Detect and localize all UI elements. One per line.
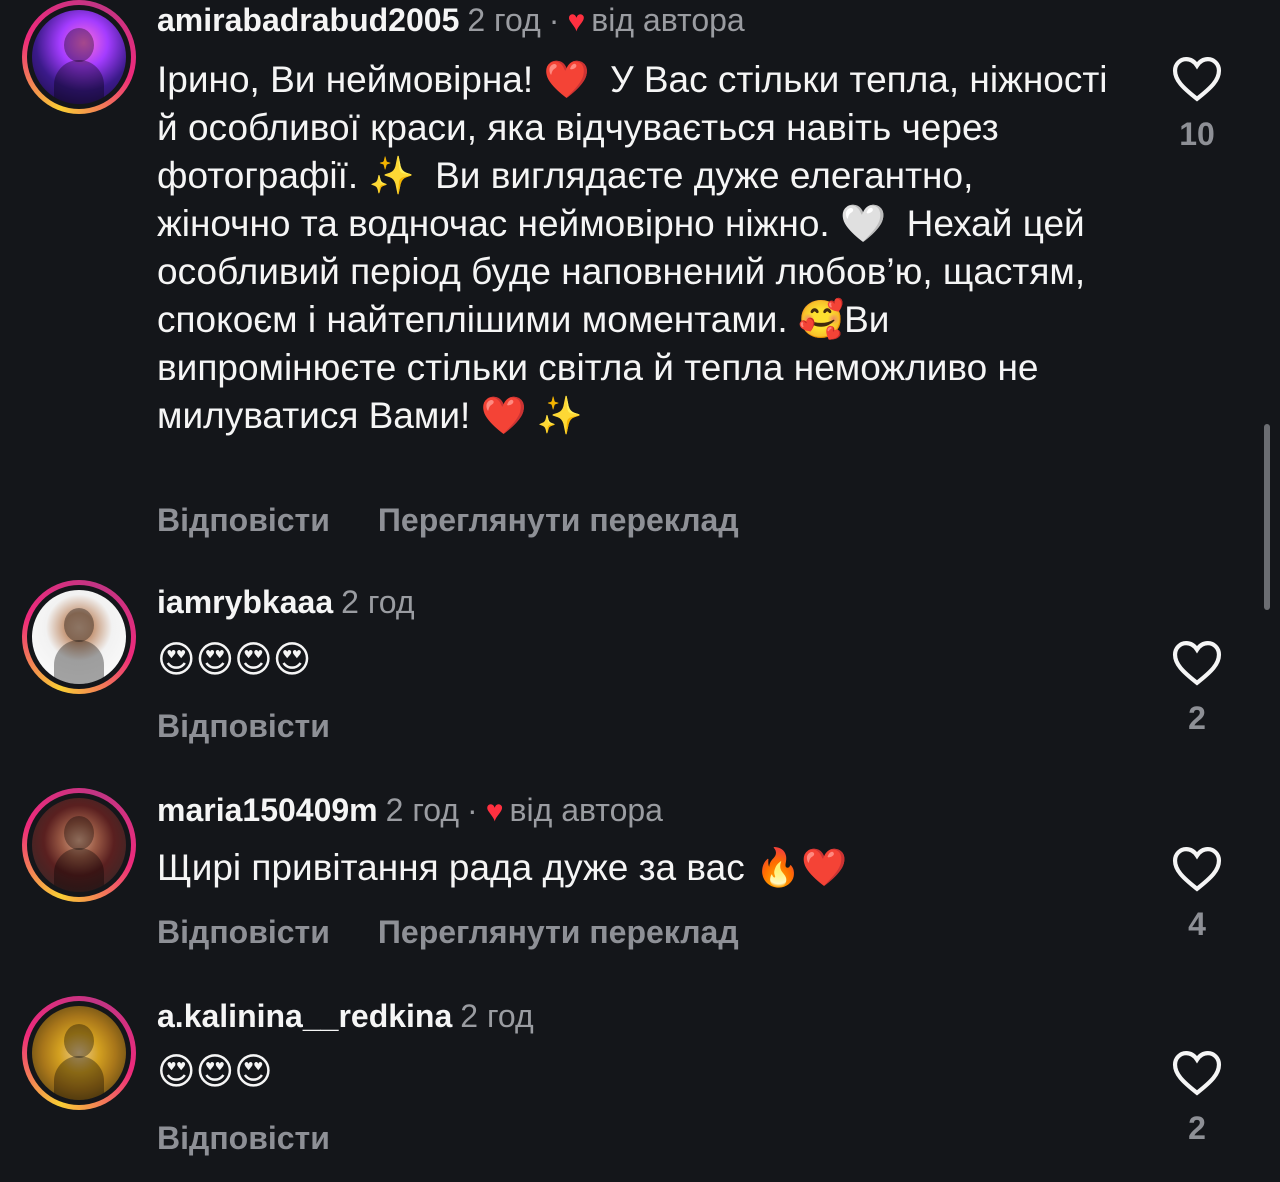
scrollbar[interactable] [1264,424,1270,610]
like-control: 4 [1160,846,1234,943]
comment-text: 😍😍😍😍 [157,639,312,680]
comment-time: 2 год [467,2,541,38]
like-count: 2 [1188,700,1206,736]
comment-text: Ірино, Ви неймовірна! ❤️ У Вас стільки т… [157,59,1118,436]
reply-button[interactable]: Відповісти [157,1120,330,1156]
comment-header: maria150409m 2 год · ♥ від автора [157,790,663,832]
like-control: 2 [1160,640,1234,737]
heart-outline-icon[interactable] [1171,846,1223,892]
liked-by-author-label: від автора [509,792,663,828]
comment-text: 😍😍😍 [157,1051,273,1092]
avatar[interactable] [22,788,136,902]
comment-time: 2 год [341,584,415,620]
comment-text: Щирі привітання рада дуже за вас 🔥❤️ [157,847,848,888]
heart-filled-icon: ♥ [485,795,504,828]
username[interactable]: iamrybkaaa [157,584,333,620]
comment-time: 2 год [460,998,534,1034]
comment-actions: Відповісти [157,708,378,745]
avatar[interactable] [22,996,136,1110]
see-translation-button[interactable]: Переглянути переклад [378,502,739,538]
like-control: 2 [1160,1050,1234,1147]
comment-actions: Відповісти Переглянути переклад [157,914,787,951]
heart-outline-icon[interactable] [1171,1050,1223,1096]
like-count: 10 [1179,116,1215,152]
username[interactable]: amirabadrabud2005 [157,2,459,38]
username[interactable]: a.kalinina__redkina [157,998,452,1034]
comment-header: amirabadrabud2005 2 год · ♥ від автора [157,0,745,42]
avatar[interactable] [22,0,136,114]
reply-button[interactable]: Відповісти [157,502,330,538]
comments-screen: amirabadrabud2005 2 год · ♥ від автора Ірино… [0,0,1280,1182]
username[interactable]: maria150409m [157,792,378,828]
heart-outline-icon[interactable] [1171,56,1223,102]
like-count: 4 [1188,906,1206,942]
comment-header: a.kalinina__redkina 2 год [157,996,534,1036]
heart-filled-icon: ♥ [567,5,586,38]
heart-outline-icon[interactable] [1171,640,1223,686]
like-control: 10 [1160,56,1234,153]
liked-by-author-label: від автора [591,2,745,38]
avatar[interactable] [22,580,136,694]
comment-actions: Відповісти Переглянути переклад [157,502,787,539]
see-translation-button[interactable]: Переглянути переклад [378,914,739,950]
reply-button[interactable]: Відповісти [157,708,330,744]
comment-actions: Відповісти [157,1120,378,1157]
reply-button[interactable]: Відповісти [157,914,330,950]
comment-time: 2 год [385,792,460,828]
comment-header: iamrybkaaa 2 год [157,582,415,622]
like-count: 2 [1188,1110,1206,1146]
